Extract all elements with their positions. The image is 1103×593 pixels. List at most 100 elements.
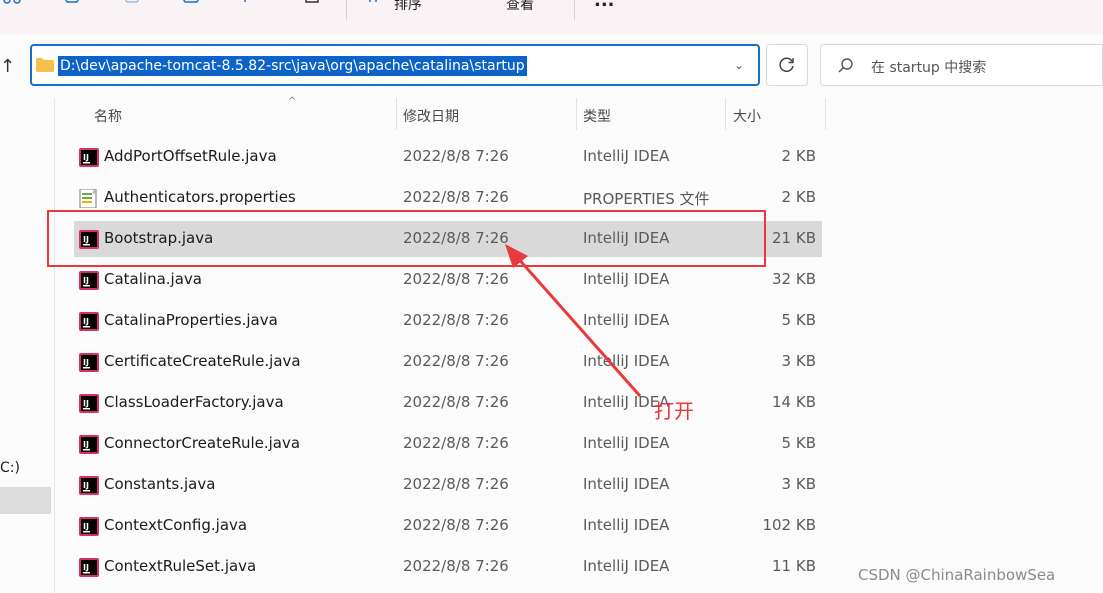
file-name: ConnectorCreateRule.java <box>104 434 301 452</box>
file-row[interactable]: IJ Catalina.java 2022/8/8 7:26 IntelliJ … <box>74 262 822 298</box>
file-row[interactable]: IJ CertificateCreateRule.java 2022/8/8 7… <box>74 344 822 380</box>
file-date: 2022/8/8 7:26 <box>403 557 509 575</box>
file-size: 32 KB <box>772 270 816 288</box>
intellij-icon: IJ <box>79 517 99 536</box>
file-name: Authenticators.properties <box>104 188 296 206</box>
address-bar[interactable]: D:\dev\apache-tomcat-8.5.82-src\java\org… <box>30 44 760 86</box>
watermark: CSDN @ChinaRainbowSea <box>858 566 1056 584</box>
file-row[interactable]: IJ ClassLoaderFactory.java 2022/8/8 7:26… <box>74 385 822 421</box>
properties-file-icon <box>79 189 98 208</box>
refresh-button[interactable] <box>766 44 808 86</box>
sort-ascending-icon: ^ <box>288 96 297 107</box>
intellij-icon: IJ <box>79 435 99 454</box>
file-size: 5 KB <box>781 434 816 452</box>
column-name[interactable]: 名称 <box>94 106 122 126</box>
column-divider[interactable] <box>725 98 726 130</box>
toolbar-divider <box>574 0 575 20</box>
file-date: 2022/8/8 7:26 <box>403 516 509 534</box>
file-type: IntelliJ IDEA <box>583 475 670 493</box>
column-divider[interactable] <box>825 98 826 130</box>
column-size[interactable]: 大小 <box>733 106 761 126</box>
column-divider[interactable] <box>576 98 577 130</box>
file-row[interactable]: IJ ContextConfig.java 2022/8/8 7:26 Inte… <box>74 508 822 544</box>
more-options-button[interactable]: ... <box>594 0 615 11</box>
file-name: CertificateCreateRule.java <box>104 352 301 370</box>
file-size: 3 KB <box>781 352 816 370</box>
nav-drive-label[interactable]: C:) <box>0 460 20 476</box>
column-divider[interactable] <box>396 98 397 130</box>
file-type: IntelliJ IDEA <box>583 516 670 534</box>
intellij-icon: IJ <box>79 312 99 331</box>
svg-text:IJ: IJ <box>83 317 89 326</box>
file-row[interactable]: IJ Constants.java 2022/8/8 7:26 IntelliJ… <box>74 467 822 503</box>
annotation-label: 打开 <box>654 399 694 423</box>
intellij-icon: IJ <box>79 271 99 290</box>
toolbar-divider <box>346 0 347 20</box>
svg-text:IJ: IJ <box>83 481 89 490</box>
file-size: 2 KB <box>781 188 816 206</box>
search-icon <box>838 58 853 73</box>
rename-icon[interactable] <box>182 0 204 12</box>
column-type[interactable]: 类型 <box>583 106 611 126</box>
column-header: ^ 名称 修改日期 类型 大小 <box>54 96 826 132</box>
sort-button[interactable]: 排序 <box>394 0 422 14</box>
search-box[interactable]: 在 startup 中搜索 <box>820 44 1103 86</box>
file-row[interactable]: IJ ConnectorCreateRule.java 2022/8/8 7:2… <box>74 426 822 462</box>
file-date: 2022/8/8 7:26 <box>403 188 509 206</box>
address-path[interactable]: D:\dev\apache-tomcat-8.5.82-src\java\org… <box>58 56 527 76</box>
file-size: 102 KB <box>762 516 816 534</box>
intellij-icon: IJ <box>79 394 99 413</box>
svg-text:IJ: IJ <box>83 276 89 285</box>
svg-text:IJ: IJ <box>83 563 89 572</box>
intellij-icon: IJ <box>79 476 99 495</box>
intellij-icon: IJ <box>79 353 99 372</box>
file-type: IntelliJ IDEA <box>583 270 670 288</box>
file-name: ContextConfig.java <box>104 516 248 534</box>
folder-icon <box>36 58 54 72</box>
file-type: IntelliJ IDEA <box>583 557 670 575</box>
refresh-icon <box>779 57 794 72</box>
share-out-icon[interactable] <box>242 0 264 12</box>
view-icon[interactable] <box>474 0 496 12</box>
navigation-pane: C:) <box>0 98 55 593</box>
svg-text:IJ: IJ <box>83 399 89 408</box>
file-row[interactable]: IJ AddPortOffsetRule.java 2022/8/8 7:26 … <box>74 139 822 175</box>
file-type: PROPERTIES 文件 <box>583 190 710 208</box>
svg-text:IJ: IJ <box>83 440 89 449</box>
file-row[interactable]: IJ CatalinaProperties.java 2022/8/8 7:26… <box>74 303 822 339</box>
file-size: 2 KB <box>781 147 816 165</box>
intellij-icon: IJ <box>79 558 99 577</box>
paste-icon[interactable] <box>122 0 144 12</box>
file-type: IntelliJ IDEA <box>583 311 670 329</box>
highlight-box <box>47 210 766 267</box>
nav-selected-item[interactable] <box>0 487 51 514</box>
column-date[interactable]: 修改日期 <box>403 106 459 126</box>
up-arrow-icon[interactable]: ↑ <box>0 56 15 77</box>
svg-text:IJ: IJ <box>83 522 89 531</box>
file-date: 2022/8/8 7:26 <box>403 475 509 493</box>
intellij-icon: IJ <box>79 148 99 167</box>
copy-icon[interactable] <box>62 0 84 12</box>
chevron-down-icon[interactable]: ⌄ <box>734 58 744 72</box>
file-date: 2022/8/8 7:26 <box>403 311 509 329</box>
file-name: Catalina.java <box>104 270 202 288</box>
file-type: IntelliJ IDEA <box>583 352 670 370</box>
command-bar: 排序 查看 ... <box>0 0 1103 35</box>
file-type: IntelliJ IDEA <box>583 147 670 165</box>
file-name: ClassLoaderFactory.java <box>104 393 284 411</box>
file-name: AddPortOffsetRule.java <box>104 147 277 165</box>
svg-text:IJ: IJ <box>83 153 89 162</box>
file-row[interactable]: IJ ContextRuleSet.java 2022/8/8 7:26 Int… <box>74 549 822 585</box>
file-date: 2022/8/8 7:26 <box>403 147 509 165</box>
sort-icon[interactable] <box>366 0 388 12</box>
file-date: 2022/8/8 7:26 <box>403 393 509 411</box>
delete-icon[interactable] <box>302 0 324 12</box>
file-size: 14 KB <box>772 393 816 411</box>
file-date: 2022/8/8 7:26 <box>403 352 509 370</box>
share-icon[interactable] <box>2 0 24 12</box>
file-date: 2022/8/8 7:26 <box>403 434 509 452</box>
file-size: 11 KB <box>772 557 816 575</box>
view-button[interactable]: 查看 <box>506 0 534 14</box>
file-type: IntelliJ IDEA <box>583 434 670 452</box>
svg-text:IJ: IJ <box>83 358 89 367</box>
